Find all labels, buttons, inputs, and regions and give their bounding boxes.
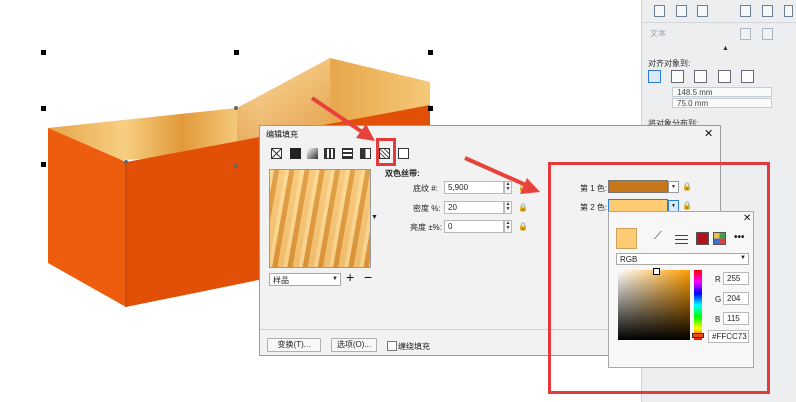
annotation-arrow — [464, 156, 529, 188]
annotation-arrows — [310, 96, 540, 194]
arrow-head-icon — [356, 124, 375, 141]
arrow-head-icon — [520, 178, 540, 194]
annotation-arrow — [310, 96, 370, 138]
